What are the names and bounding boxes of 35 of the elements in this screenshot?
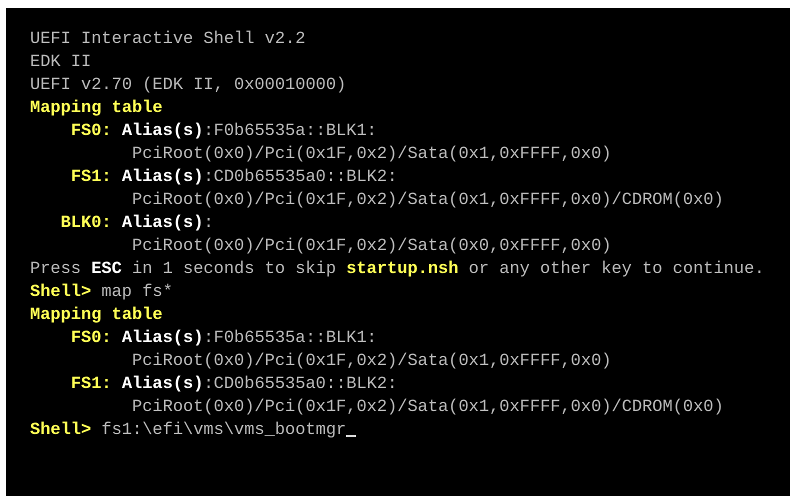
console-text: Press <box>30 259 82 281</box>
console-text: PciRoot(0x0)/Pci(0x1F,0x2)/Sata(0x0,0xFFFF,0x0) <box>132 236 612 258</box>
console-text: : <box>203 213 214 235</box>
console-text: FS1: <box>70 374 112 396</box>
console-text: FS1: <box>70 167 112 189</box>
console-text: ESC <box>91 259 122 281</box>
console-text: UEFI Interactive Shell v2.2 <box>30 29 306 51</box>
console-text: :CD0b65535a0::BLK2: <box>203 167 398 189</box>
console-text: fs1:\efi\vms\vms_bootmgr <box>101 420 346 442</box>
console-text: map fs* <box>101 282 173 304</box>
console-text: Shell> <box>30 282 92 304</box>
console-text: FS0: <box>70 328 112 350</box>
console-text: in 1 seconds to skip <box>132 259 336 281</box>
console-text: PciRoot(0x0)/Pci(0x1F,0x2)/Sata(0x1,0xFFFF,0x0)/CDROM(0x0) <box>132 397 724 419</box>
console-text: Mapping table <box>30 305 163 327</box>
console-text: FS0: <box>70 121 112 143</box>
console-text: :F0b65535a::BLK1: <box>203 328 377 350</box>
console-text: :F0b65535a::BLK1: <box>203 121 377 143</box>
console-text: BLK0: <box>60 213 112 235</box>
console-text: Alias(s) <box>122 374 204 396</box>
console-text: or any other key to continue. <box>468 259 764 281</box>
console-text: Mapping table <box>30 98 163 120</box>
text-cursor <box>346 435 356 437</box>
console-text: PciRoot(0x0)/Pci(0x1F,0x2)/Sata(0x1,0xFFFF,0x0) <box>132 144 612 166</box>
console-text: PciRoot(0x0)/Pci(0x1F,0x2)/Sata(0x1,0xFFFF,0x0) <box>132 351 612 373</box>
console-text: Alias(s) <box>122 328 204 350</box>
console-text: EDK II <box>30 52 92 74</box>
console-text: Alias(s) <box>122 167 204 189</box>
console-text: startup.nsh <box>346 259 458 281</box>
console-text: Alias(s) <box>122 213 204 235</box>
console-text: Shell> <box>30 420 92 442</box>
console-text: UEFI v2.70 (EDK II, 0x00010000) <box>30 75 346 97</box>
console-text: :CD0b65535a0::BLK2: <box>203 374 398 396</box>
console-text: Alias(s) <box>122 121 204 143</box>
console-text: PciRoot(0x0)/Pci(0x1F,0x2)/Sata(0x1,0xFFFF,0x0)/CDROM(0x0) <box>132 190 724 212</box>
